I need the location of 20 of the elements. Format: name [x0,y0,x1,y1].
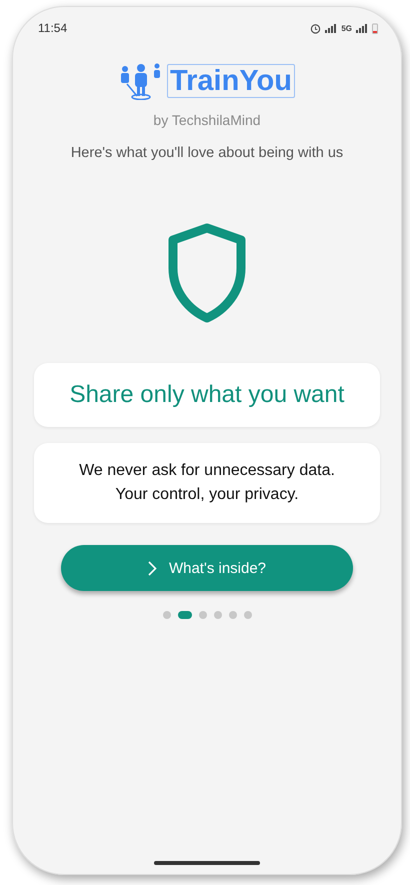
chevron-icon [148,560,157,576]
page-dot[interactable] [214,611,222,619]
brand-logo: TrainYou [167,64,295,98]
battery-icon [372,22,378,34]
signal-icon [356,24,368,32]
page-dot[interactable] [228,611,236,619]
page-dot[interactable] [198,611,206,619]
network-type: 5G [341,24,352,32]
shield-icon [167,223,247,323]
intro-text: Here's what you'll love about being with us [70,145,344,161]
home-indicator[interactable] [154,861,260,865]
page-dot[interactable] [244,611,252,619]
status-time: 11:54 [38,21,68,35]
slide-title: Share only what you want [34,363,380,427]
byline: by TechshilaMind [153,112,261,128]
alarm-icon [310,22,322,34]
signal-icon [325,24,338,32]
slide-description: We never ask for unnecessary data. Your control, your privacy. [34,443,380,523]
whats-inside-button[interactable]: What's inside? [61,545,353,591]
page-dot[interactable] [162,611,170,619]
